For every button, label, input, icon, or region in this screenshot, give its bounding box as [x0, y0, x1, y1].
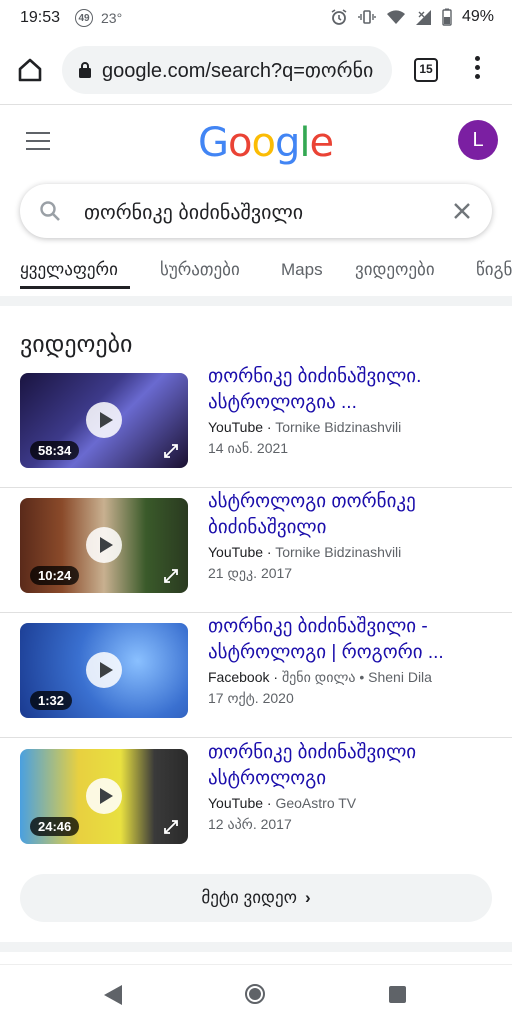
status-temperature: 23° [101, 10, 123, 26]
video-date: 17 ოქტ. 2020 [208, 690, 294, 706]
video-date: 14 იან. 2021 [208, 440, 289, 456]
google-logo[interactable]: Google [198, 120, 334, 166]
video-source: YouTube · Tornike Bidzinashvili [208, 544, 402, 560]
hamburger-menu-icon[interactable] [26, 132, 50, 150]
home-icon[interactable] [16, 56, 44, 84]
notification-count-icon: 49 [75, 9, 93, 27]
video-date: 12 აპრ. 2017 [208, 816, 292, 832]
video-source: Facebook · შენი დილა • Sheni Dila [208, 669, 432, 685]
video-duration: 58:34 [30, 441, 80, 460]
more-videos-label: მეტი ვიდეო [201, 888, 297, 907]
clear-icon[interactable] [450, 199, 474, 223]
search-box[interactable]: თორნიკე ბიძინაშვილი [20, 184, 492, 238]
tab-all[interactable]: ყველაფერი [20, 260, 118, 280]
video-thumbnail[interactable]: 58:34 [20, 373, 188, 468]
search-icon[interactable] [38, 199, 62, 223]
video-title[interactable]: თორნიკე ბიძინაშვილი ასტროლოგი [208, 740, 493, 792]
video-source: YouTube · GeoAstro TV [208, 795, 357, 811]
lock-icon [79, 62, 91, 78]
video-channel: Tornike Bidzinashvili [275, 544, 402, 560]
video-title[interactable]: თორნიკე ბიძინაშვილი - ასტროლოგი | როგორი… [208, 614, 493, 666]
status-icons: 49% [330, 8, 494, 26]
system-nav-bar [0, 964, 512, 1025]
video-channel: შენი დილა • Sheni Dila [281, 669, 432, 685]
tab-switcher-button[interactable]: 15 [414, 58, 438, 82]
video-date: 21 დეკ. 2017 [208, 565, 293, 581]
video-duration: 24:46 [30, 817, 80, 836]
chevron-right-icon: › [304, 888, 311, 907]
play-icon [86, 652, 122, 688]
status-time: 19:53 [20, 9, 61, 26]
video-channel: GeoAstro TV [275, 795, 357, 811]
play-icon [86, 402, 122, 438]
video-result[interactable]: 1:32 თორნიკე ბიძინაშვილი - ასტროლოგი | რ… [0, 614, 512, 738]
more-videos-button[interactable]: მეტი ვიდეო › [20, 874, 492, 922]
video-thumbnail[interactable]: 10:24 [20, 498, 188, 593]
search-tabs: ყველაფერი სურათები Maps ვიდეოები წიგნ [20, 248, 512, 290]
vibrate-icon [358, 10, 376, 24]
wifi-icon [386, 10, 405, 24]
home-circle-icon[interactable] [245, 984, 265, 1004]
google-header: Google L [0, 104, 512, 184]
browser-toolbar: google.com/search?q=თორნი 15 [0, 36, 512, 105]
section-separator [0, 942, 512, 952]
status-bar: 19:53 49 23° 49% [0, 0, 512, 36]
video-result[interactable]: 10:24 ასტროლოგი თორნიკე ბიძინაშვილი YouT… [0, 489, 512, 613]
video-duration: 10:24 [30, 566, 80, 585]
back-icon[interactable] [104, 985, 122, 1005]
expand-icon [164, 569, 178, 583]
play-icon [86, 527, 122, 563]
section-title: ვიდეოები [20, 331, 133, 358]
tab-maps[interactable]: Maps [281, 260, 323, 280]
expand-icon [164, 820, 178, 834]
search-input[interactable]: თორნიკე ბიძინაშვილი [84, 200, 303, 225]
section-separator [0, 296, 512, 306]
video-thumbnail[interactable]: 1:32 [20, 623, 188, 718]
address-bar[interactable]: google.com/search?q=თორნი [62, 46, 392, 94]
active-tab-indicator [20, 286, 130, 289]
video-result[interactable]: 24:46 თორნიკე ბიძინაშვილი ასტროლოგი YouT… [0, 740, 512, 866]
video-title[interactable]: ასტროლოგი თორნიკე ბიძინაშვილი [208, 489, 493, 541]
tab-videos[interactable]: ვიდეოები [355, 260, 435, 280]
divider [0, 737, 512, 738]
video-source: YouTube · Tornike Bidzinashvili [208, 419, 402, 435]
signal-icon [415, 10, 431, 25]
tab-books[interactable]: წიგნ [476, 260, 512, 280]
video-title[interactable]: თორნიკე ბიძინაშვილი. ასტროლოგია ... [208, 364, 493, 416]
alarm-icon [331, 9, 347, 25]
avatar[interactable]: L [458, 120, 498, 160]
tab-images[interactable]: სურათები [160, 260, 240, 280]
battery-icon [442, 8, 452, 26]
video-result[interactable]: 58:34 თორნიკე ბიძინაშვილი. ასტროლოგია ..… [0, 364, 512, 488]
expand-icon [164, 444, 178, 458]
battery-percent: 49% [461, 8, 494, 25]
play-icon [86, 778, 122, 814]
more-menu-icon[interactable] [472, 56, 482, 84]
video-channel: Tornike Bidzinashvili [275, 419, 402, 435]
url-text: google.com/search?q=თორნი [102, 59, 374, 82]
recent-apps-icon[interactable] [389, 986, 406, 1003]
video-thumbnail[interactable]: 24:46 [20, 749, 188, 844]
divider [0, 612, 512, 613]
video-duration: 1:32 [30, 691, 73, 710]
divider [0, 487, 512, 488]
